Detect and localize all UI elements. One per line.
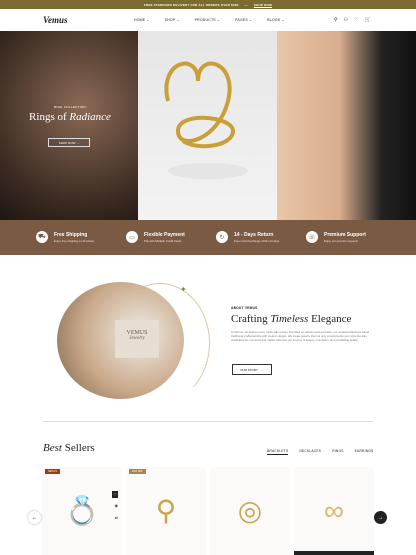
feature-return: ↻ 14 - Days Return Free return/exchange wi… [216,231,279,243]
prev-arrow-button[interactable]: ← [28,511,41,524]
product-image-bracelet: ∞ [324,495,344,526]
tab-bracelets[interactable]: BRACELETS [267,449,289,455]
tab-earrings[interactable]: EARRINGS [355,449,374,455]
hero-title: Rings of Radiance [29,111,111,123]
features-band: ⛟ Free Shipping Enjoy free shipping on all… [0,220,416,255]
hero-shop-now-button[interactable]: SHOP NOW → [48,138,90,147]
next-arrow-button[interactable]: → [374,511,387,524]
hero-gold-ring-image [138,31,277,220]
logo[interactable]: Vemus [43,15,68,25]
announcement-text: FREE STANDARD DELIVERY FOR ALL ORDERS OV… [143,2,239,7]
user-icon[interactable]: ⚇ [344,17,348,23]
badge-sale: 20% OFF [129,469,146,474]
product-card[interactable]: ◎ [210,467,290,555]
product-image-ring: ◎ [237,495,263,526]
wishlist-icon[interactable]: ♡ [112,491,118,498]
best-sellers-title: Best Sellers [43,442,95,454]
about-subtitle: ABOUT VEMUS [231,306,258,310]
category-tabs: BRACELETS NECKLACES RINGS EARRINGS [267,449,373,455]
product-card[interactable]: NEW IN 💍 ♡ ◉ ⇄ [42,467,122,555]
nav-products[interactable]: PRODUCTS ⌄ [195,18,221,22]
about-title: Crafting Timeless Elegance [231,313,352,325]
feature-free-shipping: ⛟ Free Shipping Enjoy free shipping on all… [36,231,94,243]
header: Vemus HOME ⌄ SHOP ⌄ PRODUCTS ⌄ PAGES ⌄ B… [0,9,416,31]
product-image-earrings: ⚲ [155,495,177,526]
product-card[interactable]: 20% OFF ⚲ [126,467,206,555]
truck-icon: ⛟ [36,231,48,243]
product-card[interactable]: ∞ [294,467,374,555]
nav-shop[interactable]: SHOP ⌄ [165,18,180,22]
cart-icon[interactable]: 🛒 [365,17,371,23]
badge-new: NEW IN [45,469,61,474]
tab-necklaces[interactable]: NECKLACES [299,449,321,455]
sparkle-icon: ✦ [180,285,187,294]
about-body: At Vemus, we believe every piece tells a… [231,330,370,343]
our-story-button[interactable]: OUR STORY → [232,364,272,375]
product-image-ring: 💍 [64,495,100,526]
nav-blogs[interactable]: BLOGS ⌄ [267,18,284,22]
support-icon: ☏ [306,231,318,243]
add-to-cart-bar[interactable] [294,551,374,555]
return-icon: ↻ [216,231,228,243]
tab-rings[interactable]: RINGS [332,449,343,455]
feature-flexible-payment: ▭ Flexible Payment Pay with Multiple Credi… [126,231,185,243]
announcement-bar: FREE STANDARD DELIVERY FOR ALL ORDERS OV… [0,0,416,9]
heart-icon[interactable]: ♡ [354,17,358,23]
quick-view-icon[interactable]: ◉ [115,503,119,508]
card-icon: ▭ [126,231,138,243]
hero-subtitle: RING COLLECTION [53,105,86,109]
search-icon[interactable]: ⚲ [334,17,338,23]
compare-icon[interactable]: ⇄ [115,515,118,520]
jewelry-box: VEMUS Jewelry [115,320,159,358]
hero-ring-model-image [0,31,138,220]
hero-earring-model-image [277,31,416,220]
feature-support: ☏ Premium Support Enjoy our premium suppor… [306,231,366,243]
nav-home[interactable]: HOME ⌄ [134,18,150,22]
divider [43,421,373,422]
shop-now-link[interactable]: SHOP NOW [254,3,272,7]
nav-pages[interactable]: PAGES ⌄ [235,18,252,22]
main-nav: HOME ⌄ SHOP ⌄ PRODUCTS ⌄ PAGES ⌄ BLOGS ⌄ [134,18,285,22]
